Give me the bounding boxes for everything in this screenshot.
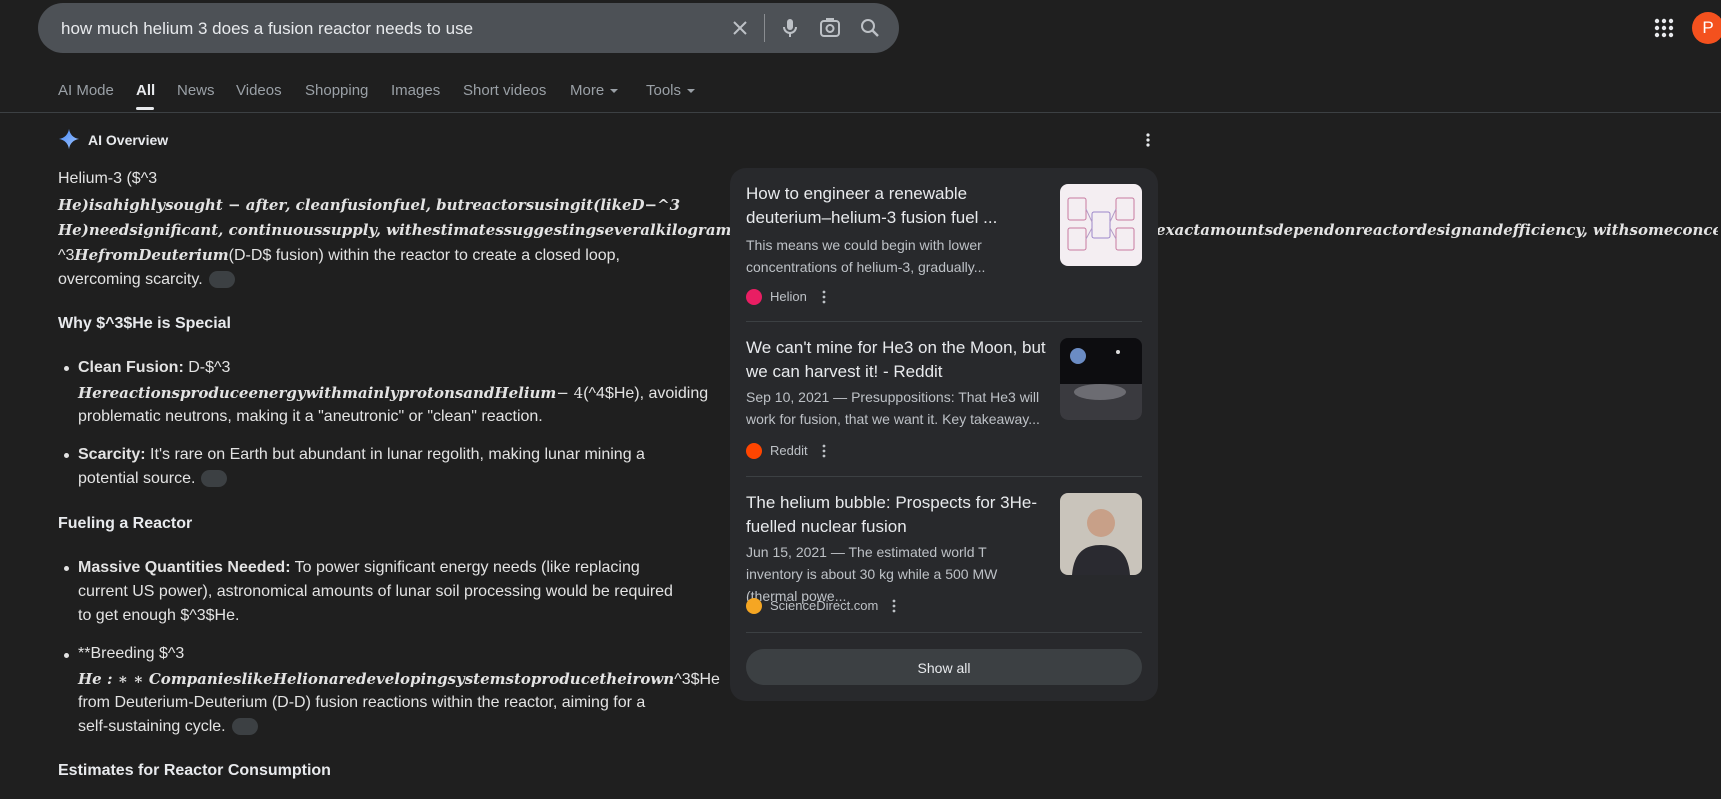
tab-ai-mode[interactable]: AI Mode	[58, 82, 114, 99]
close-icon[interactable]	[728, 16, 752, 40]
tab-tools-label: Tools	[646, 82, 682, 99]
bullet-dot	[64, 453, 69, 458]
sources-panel: How to engineer a renewable deuterium–he…	[730, 168, 1158, 701]
source-name: ScienceDirect.com	[770, 598, 879, 613]
source-thumbnail[interactable]	[1060, 184, 1142, 266]
ai-intro-line: He)isahighlysought − after, cleanfusionf…	[58, 196, 681, 214]
section-heading: Why $^3$He is Special	[58, 315, 231, 332]
search-bar	[38, 3, 899, 55]
bullet-bold-label: Massive Quantities Needed:	[78, 559, 291, 576]
tab-more-label: More	[570, 82, 605, 99]
bullet-text: To power significant energy needs (like …	[294, 559, 640, 576]
avatar[interactable]: P	[1692, 12, 1721, 44]
bullet-text: potential source.	[78, 470, 196, 487]
bullet-line: to get enough $^3$He.	[78, 607, 240, 624]
section-heading: Fueling a Reactor	[58, 515, 193, 532]
active-tab-indicator	[136, 107, 154, 110]
ai-intro-fragment: (D-D$ fusion) within the reactor to crea…	[228, 247, 620, 264]
source-card-title[interactable]: The helium bubble: Prospects for 3He-fue…	[746, 491, 1046, 539]
source-card[interactable]: We can't mine for He3 on the Moon, but w…	[746, 322, 1142, 472]
chevron-down-icon	[610, 89, 619, 94]
bullet-text: (^4$He), avoiding	[583, 385, 709, 402]
bullet-text: D-$^3	[188, 359, 231, 376]
reddit-favicon-icon	[746, 443, 762, 459]
bullet-line: current US power), astronomical amounts …	[78, 583, 673, 600]
ai-intro-fragment: ^3	[58, 247, 75, 264]
bullet-dot	[64, 366, 69, 371]
search-divider	[764, 14, 765, 42]
bullet-bold-label: Clean Fusion:	[78, 359, 184, 376]
bullet-text: ^3$He	[674, 671, 720, 688]
search-input[interactable]	[59, 3, 723, 55]
bullet-line: Hereactionsproduceenergywithmainlyproton…	[78, 384, 708, 403]
gemini-sparkle-icon	[58, 128, 80, 150]
source-card-snippet: This means we could begin with lower con…	[746, 237, 986, 275]
card-divider	[746, 632, 1142, 633]
ai-intro-line: overcoming scarcity.	[58, 271, 235, 289]
helion-favicon-icon	[746, 289, 762, 305]
bullet-text: It's rare on Earth but abundant in lunar…	[150, 446, 645, 463]
bullet-text: Hereactionsproduceenergywithmainlyproton…	[78, 384, 557, 402]
diagram-thumbnail-icon	[1067, 197, 1135, 251]
tab-more[interactable]: More	[570, 82, 619, 99]
bullet-line: Clean Fusion: D-$^3	[78, 359, 230, 377]
person-portrait-thumbnail-icon	[1072, 509, 1130, 575]
bullet-dot	[64, 653, 69, 658]
ai-intro-fragment: overcoming scarcity.	[58, 271, 203, 288]
tab-videos[interactable]: Videos	[236, 82, 282, 99]
apps-grid-icon[interactable]	[1652, 16, 1676, 40]
mic-icon[interactable]	[778, 16, 802, 40]
source-thumbnail[interactable]	[1060, 338, 1142, 420]
bullet-dot	[64, 566, 69, 571]
bullet-line: self-sustaining cycle.	[78, 718, 258, 736]
bullet-text: − 4	[556, 384, 584, 402]
source-card[interactable]: How to engineer a renewable deuterium–he…	[746, 168, 1142, 318]
tab-news[interactable]: News	[177, 82, 215, 99]
bullet-line: Scarcity: It's rare on Earth but abundan…	[78, 446, 645, 464]
tab-all[interactable]: All	[136, 82, 155, 99]
bullet-text: self-sustaining cycle.	[78, 718, 226, 735]
source-card-title[interactable]: How to engineer a renewable deuterium–he…	[746, 182, 1046, 230]
source-card-title[interactable]: We can't mine for He3 on the Moon, but w…	[746, 336, 1046, 384]
citation-link-icon[interactable]	[231, 718, 258, 736]
tab-images[interactable]: Images	[391, 82, 440, 99]
ai-intro-fragment: HefromDeuterium	[74, 246, 229, 264]
tab-short-videos[interactable]: Short videos	[463, 82, 546, 99]
tab-tools[interactable]: Tools	[646, 82, 696, 99]
show-all-button[interactable]: Show all	[746, 649, 1142, 685]
bullet-line: potential source.	[78, 470, 228, 488]
tabs-divider	[0, 112, 1721, 113]
source-card[interactable]: The helium bubble: Prospects for 3He-fue…	[746, 477, 1142, 627]
search-icon[interactable]	[858, 16, 882, 40]
ai-overview-title: AI Overview	[88, 132, 169, 148]
bullet-line: **Breeding $^3	[78, 645, 185, 662]
sciencedirect-favicon-icon	[746, 598, 762, 614]
source-card-snippet: Sep 10, 2021 — Presuppositions: That He3…	[746, 389, 1040, 427]
section-heading: Estimates for Reactor Consumption	[58, 762, 331, 779]
ai-intro-line: ^3HefromDeuterium(D-D$ fusion) within th…	[58, 246, 620, 265]
bullet-line: problematic neutrons, making it a "aneut…	[78, 408, 543, 425]
citation-link-icon[interactable]	[208, 271, 235, 289]
ai-intro-line: Helium-3 ($^3	[58, 170, 158, 187]
bullet-line: He : ∗ ∗ CompanieslikeHelionaredevelopin…	[78, 670, 720, 689]
source-thumbnail[interactable]	[1060, 493, 1142, 575]
more-vert-icon[interactable]	[1140, 132, 1156, 148]
more-vert-icon[interactable]	[888, 598, 900, 614]
bullet-line: from Deuterium-Deuterium (D-D) fusion re…	[78, 694, 646, 711]
bullet-text: He : ∗ ∗ CompanieslikeHelionaredevelopin…	[78, 670, 675, 688]
source-name: Helion	[770, 289, 807, 304]
camera-search-icon[interactable]	[818, 16, 842, 40]
bullet-bold-label: Scarcity:	[78, 446, 146, 463]
tab-shopping[interactable]: Shopping	[305, 82, 368, 99]
moon-landscape-thumbnail-icon	[1060, 348, 1142, 420]
bullet-line: Massive Quantities Needed: To power sign…	[78, 559, 640, 577]
more-vert-icon[interactable]	[818, 289, 830, 305]
chevron-down-icon	[687, 89, 696, 94]
citation-link-icon[interactable]	[201, 470, 228, 488]
source-name: Reddit	[770, 443, 808, 458]
more-vert-icon[interactable]	[818, 443, 830, 459]
